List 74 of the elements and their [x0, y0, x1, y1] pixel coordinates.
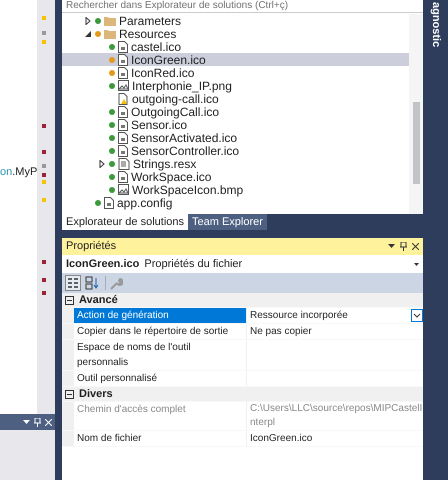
marker-icon	[42, 16, 46, 20]
tree-item[interactable]: castel.ico	[62, 40, 409, 53]
tree-item[interactable]: SensorActivated.ico	[62, 131, 409, 144]
folder-icon	[104, 28, 116, 38]
tree-item[interactable]: WorkSpace.ico	[62, 170, 409, 183]
tool-window-body	[0, 430, 55, 480]
object-selector[interactable]: IconGreen.ico Propriétés du fichier	[62, 255, 423, 273]
property-row[interactable]: Nom de fichier IconGreen.ico	[62, 431, 423, 447]
collapse-icon[interactable]	[65, 390, 74, 398]
pin-icon[interactable]	[400, 242, 407, 251]
marker-icon	[42, 278, 46, 282]
tree-item[interactable]: Strings.resx	[62, 157, 409, 170]
marker-icon	[42, 164, 46, 168]
code-token: .MyP	[12, 165, 37, 180]
image-file-icon	[118, 80, 129, 91]
file-icon	[118, 66, 128, 78]
file-icon	[118, 170, 128, 182]
sort-alphabetical-icon[interactable]	[85, 276, 101, 290]
property-row[interactable]: Outil personnalisé	[62, 371, 423, 387]
collapse-icon[interactable]	[65, 296, 74, 304]
tree-item[interactable]: Sensor.ico	[62, 118, 409, 131]
tab[interactable]: Explorateur de solutions	[62, 214, 188, 230]
file-icon	[118, 118, 128, 130]
file-icon	[118, 144, 128, 156]
side-tab[interactable]: agnostic	[427, 2, 444, 480]
close-icon[interactable]	[412, 243, 419, 250]
caret-icon	[414, 262, 419, 266]
warning-file-icon	[118, 92, 129, 104]
tree-item[interactable]: Interphonie_IP.png	[62, 79, 409, 92]
category-label: Avancé	[79, 292, 118, 308]
marker-icon	[42, 31, 46, 35]
collapse-arrow-icon[interactable]	[84, 30, 92, 38]
tree-item[interactable]: WorkSpaceIcon.bmp	[62, 183, 409, 196]
property-row[interactable]: Espace de noms de l'outil personnalis	[62, 340, 423, 371]
search-field[interactable]: Rechercher dans Explorateur de solutions (Ctrl+ç)	[62, 0, 423, 13]
dropdown-icon[interactable]	[411, 309, 423, 322]
tree-item[interactable]: Resources	[62, 27, 409, 40]
caret-icon[interactable]	[388, 244, 395, 249]
file-icon	[118, 40, 128, 52]
image-file-icon	[118, 184, 129, 195]
expand-arrow-icon[interactable]	[98, 160, 106, 168]
tree-item[interactable]: IconGreen.ico	[62, 53, 409, 66]
code-editor[interactable]: on.MyP	[0, 0, 37, 414]
property-row[interactable]: Action de génération Ressource incorporée	[62, 308, 423, 324]
marker-icon	[42, 150, 46, 154]
marker-icon	[42, 173, 46, 177]
marker-icon	[42, 180, 46, 184]
categorized-view-icon[interactable]	[65, 275, 81, 291]
file-icon	[118, 106, 128, 118]
expand-arrow-icon[interactable]	[84, 16, 92, 24]
caret-icon[interactable]	[23, 420, 30, 424]
panel-title-bar: Propriétés	[62, 238, 423, 255]
marker-icon	[42, 291, 46, 295]
tree-item[interactable]: IconRed.ico	[62, 66, 409, 79]
file-icon	[104, 196, 114, 208]
marker-icon	[42, 40, 46, 44]
tree-item[interactable]: outgoing-call.ico	[62, 92, 409, 105]
category-label: Divers	[79, 386, 113, 402]
file-icon	[118, 132, 128, 144]
marker-icon	[42, 260, 46, 264]
tree-item[interactable]: Parameters	[62, 14, 409, 27]
tab[interactable]: Team Explorer	[188, 214, 267, 230]
marker-icon	[42, 198, 46, 202]
tree-item[interactable]: OutgoingCall.ico	[62, 105, 409, 118]
resource-file-icon	[118, 158, 130, 170]
folder-icon	[104, 16, 116, 26]
scrollbar[interactable]	[409, 14, 423, 214]
tree-item[interactable]: SensorController.ico	[62, 144, 409, 157]
code-token: on	[0, 165, 12, 180]
scroll-thumb[interactable]	[412, 102, 420, 184]
tree-item[interactable]: app.config	[62, 196, 409, 209]
property-row[interactable]: Copier dans le répertoire de sortie Ne pas copier	[62, 324, 423, 340]
file-icon	[118, 54, 128, 66]
marker-icon	[42, 124, 46, 128]
